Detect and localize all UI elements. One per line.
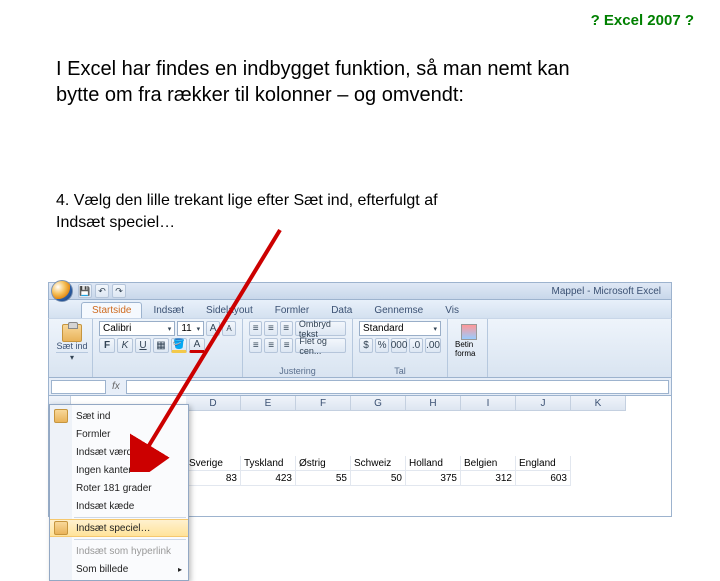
alignment-group-label: Justering [243, 366, 352, 376]
paste-dropdown-menu: Sæt ind Formler Indsæt værdier Ingen kan… [49, 404, 189, 581]
border-icon[interactable]: ▦ [153, 338, 169, 353]
worksheet-grid[interactable]: D E F G H I J K 1 2 3 4 Sverige Tyskland… [48, 396, 672, 517]
menu-paste-special[interactable]: Indsæt speciel… [50, 519, 188, 537]
clipboard-group: Sæt ind ▾ [49, 319, 93, 377]
formula-input[interactable] [126, 380, 669, 394]
cell[interactable]: Sverige [186, 456, 241, 471]
menu-paste[interactable]: Sæt ind [50, 407, 188, 425]
underline-button[interactable]: U [135, 338, 151, 353]
step-instruction: 4. Vælg den lille trekant lige efter Sæt… [56, 190, 476, 233]
styles-group: Betin forma [448, 319, 488, 377]
paste-icon [54, 409, 68, 423]
tab-startside[interactable]: Startside [81, 302, 142, 318]
tab-vis[interactable]: Vis [434, 302, 470, 318]
intro-text: I Excel har findes en indbygget funktion… [56, 56, 616, 108]
font-group: Calibri▾ 11▾ A A F K U ▦ 🪣 A [93, 319, 243, 377]
paste-button[interactable]: Sæt ind ▾ [55, 321, 89, 365]
cell[interactable]: 55 [296, 471, 351, 486]
col-header[interactable]: D [186, 396, 241, 411]
cell[interactable]: 50 [351, 471, 406, 486]
ribbon: Sæt ind ▾ Calibri▾ 11▾ A A F K U ▦ 🪣 A ≡ [48, 318, 672, 378]
align-center-icon[interactable]: ≡ [264, 338, 277, 353]
formula-bar: fx [48, 378, 672, 396]
bold-button[interactable]: F [99, 338, 115, 353]
percent-icon[interactable]: % [375, 338, 389, 353]
cell[interactable]: 83 [186, 471, 241, 486]
ribbon-tabs: Startside Indsæt Sidelayout Formler Data… [48, 300, 672, 318]
name-box[interactable] [51, 380, 106, 394]
menu-values[interactable]: Indsæt værdier [50, 443, 188, 461]
cond-format-icon [461, 324, 477, 340]
save-icon[interactable]: 💾 [78, 284, 92, 298]
col-header[interactable]: H [406, 396, 461, 411]
paste-special-icon [54, 521, 68, 535]
cell[interactable]: Holland [406, 456, 461, 471]
comma-icon[interactable]: 000 [391, 338, 407, 353]
align-bot-icon[interactable]: ≡ [280, 321, 293, 336]
menu-noborders[interactable]: Ingen kanter [50, 461, 188, 479]
conditional-format-button[interactable]: Betin forma [454, 321, 484, 365]
cell[interactable]: 312 [461, 471, 516, 486]
paste-icon [62, 324, 82, 342]
col-header[interactable]: G [351, 396, 406, 411]
wrap-text-button[interactable]: Ombryd tekst [295, 321, 346, 336]
cell[interactable]: 375 [406, 471, 461, 486]
menu-link[interactable]: Indsæt kæde [50, 497, 188, 515]
cell[interactable]: Tyskland [241, 456, 296, 471]
cell[interactable]: Schweiz [351, 456, 406, 471]
paste-label: Sæt ind [56, 342, 87, 352]
merge-button[interactable]: Flet og cen... [295, 338, 346, 353]
fill-color-icon[interactable]: 🪣 [171, 338, 187, 353]
quick-access-toolbar: 💾 ↶ ↷ [78, 284, 126, 298]
menu-separator [74, 517, 186, 518]
col-header[interactable]: E [241, 396, 296, 411]
italic-button[interactable]: K [117, 338, 133, 353]
tab-sidelayout[interactable]: Sidelayout [195, 302, 264, 318]
alignment-group: ≡ ≡ ≡ Ombryd tekst ≡ ≡ ≡ Flet og cen... … [243, 319, 353, 377]
font-name-combo[interactable]: Calibri▾ [99, 321, 175, 336]
col-header[interactable]: K [571, 396, 626, 411]
excel-screenshot: 💾 ↶ ↷ Mappel - Microsoft Excel Startside… [48, 282, 672, 517]
number-format-combo[interactable]: Standard▾ [359, 321, 441, 336]
col-header[interactable]: J [516, 396, 571, 411]
cell[interactable]: England [516, 456, 571, 471]
align-top-icon[interactable]: ≡ [249, 321, 262, 336]
shrink-font-icon[interactable]: A [222, 321, 236, 336]
redo-icon[interactable]: ↷ [112, 284, 126, 298]
tab-gennemse[interactable]: Gennemse [363, 302, 434, 318]
undo-icon[interactable]: ↶ [95, 284, 109, 298]
number-group-label: Tal [353, 366, 447, 376]
cell[interactable]: 603 [516, 471, 571, 486]
inc-decimal-icon[interactable]: .0 [409, 338, 423, 353]
menu-picture[interactable]: Som billede▸ [50, 560, 188, 578]
window-title: Mappel - Microsoft Excel [552, 286, 669, 297]
font-size-combo[interactable]: 11▾ [177, 321, 204, 336]
col-header[interactable]: F [296, 396, 351, 411]
dec-decimal-icon[interactable]: .00 [425, 338, 441, 353]
paste-dropdown-arrow[interactable]: ▾ [56, 352, 88, 364]
tab-formler[interactable]: Formler [264, 302, 320, 318]
font-color-icon[interactable]: A [189, 338, 205, 353]
page-title: ? Excel 2007 ? [591, 12, 694, 29]
title-bar: 💾 ↶ ↷ Mappel - Microsoft Excel [48, 282, 672, 300]
currency-icon[interactable]: $ [359, 338, 373, 353]
number-group: Standard▾ $ % 000 .0 .00 Tal [353, 319, 448, 377]
cell[interactable]: 423 [241, 471, 296, 486]
cell[interactable]: Belgien [461, 456, 516, 471]
grow-font-icon[interactable]: A [206, 321, 220, 336]
fx-icon[interactable]: fx [112, 381, 120, 392]
col-header[interactable]: I [461, 396, 516, 411]
menu-formulas[interactable]: Formler [50, 425, 188, 443]
tab-indsaet[interactable]: Indsæt [142, 302, 195, 318]
tab-data[interactable]: Data [320, 302, 363, 318]
office-button[interactable] [51, 280, 73, 302]
align-right-icon[interactable]: ≡ [280, 338, 293, 353]
align-mid-icon[interactable]: ≡ [264, 321, 277, 336]
menu-rotate[interactable]: Roter 181 grader [50, 479, 188, 497]
menu-hyperlink: Indsæt som hyperlink [50, 542, 188, 560]
cell[interactable]: Østrig [296, 456, 351, 471]
align-left-icon[interactable]: ≡ [249, 338, 262, 353]
